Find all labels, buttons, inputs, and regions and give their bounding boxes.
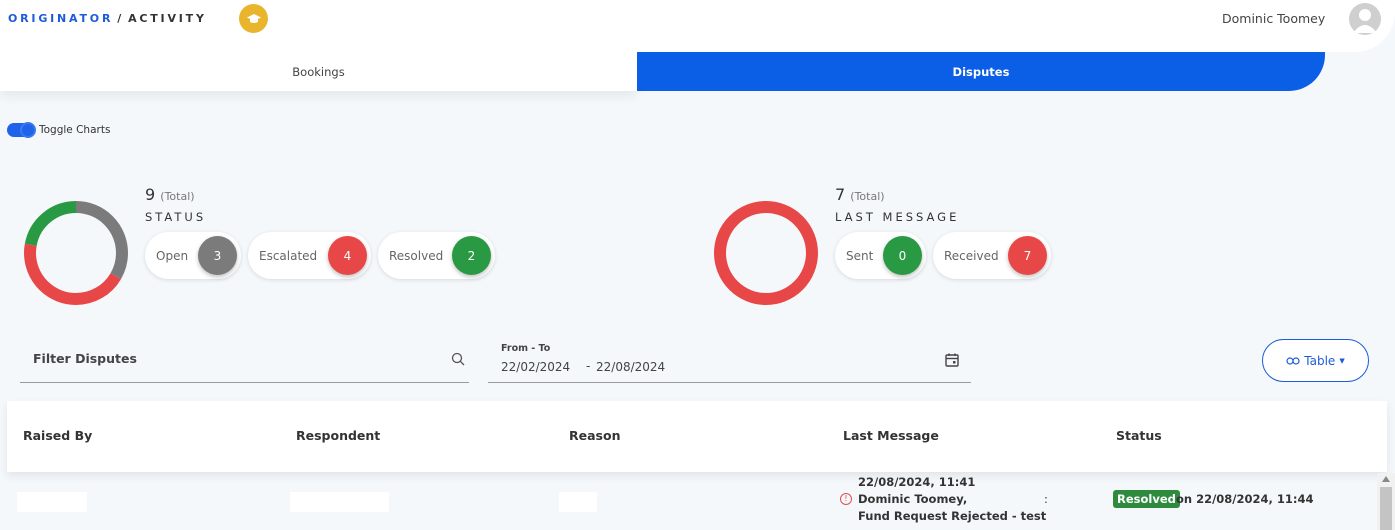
column-respondent[interactable]: Respondent [296,428,380,443]
last-message-donut-chart [714,201,818,305]
date-to-input[interactable]: 22/08/2024 [596,360,665,374]
column-raised-by[interactable]: Raised By [23,428,92,443]
toggle-charts-label: Toggle Charts [39,124,111,136]
last-message-colon: : [1044,492,1048,506]
status-pill-label: Resolved [389,248,444,263]
search-icon[interactable] [451,352,465,366]
caret-down-icon: ▼ [1339,356,1345,365]
top-bar: ORIGINATOR / ACTIVITY Dominic Toomey [0,0,1395,52]
user-name[interactable]: Dominic Toomey [1222,11,1325,26]
message-pill-label: Sent [846,248,874,263]
status-pill-open[interactable]: Open 3 [145,232,241,279]
filter-disputes-label: Filter Disputes [33,351,137,366]
breadcrumb: ORIGINATOR / ACTIVITY [8,12,207,25]
status-pill-escalated[interactable]: Escalated 4 [248,232,371,279]
column-status[interactable]: Status [1116,428,1162,443]
tab-bookings[interactable]: Bookings [0,52,637,91]
message-pill-label: Received [944,248,999,263]
status-pill-count: 4 [328,236,367,275]
status-badge: Resolved [1113,490,1180,508]
status-title: STATUS [145,210,207,224]
last-message-author: Dominic Toomey, [858,492,968,506]
message-pill-sent[interactable]: Sent 0 [835,232,926,279]
table-header: Raised By Respondent Reason Last Message… [7,401,1387,472]
table-scrollbar[interactable] [1377,473,1395,530]
table-view-button[interactable]: Table ▼ [1262,339,1369,382]
toggle-knob [20,122,36,138]
status-donut-chart [24,201,128,305]
message-title: LAST MESSAGE [835,210,960,224]
breadcrumb-separator: / [117,12,125,25]
graduation-cap-icon[interactable] [239,4,268,33]
scroll-up-arrow[interactable] [1382,476,1390,482]
date-range-dash: - [586,359,591,373]
column-last-message[interactable]: Last Message [843,428,939,443]
message-total-value: 7 [835,185,846,204]
message-pill-count: 7 [1008,236,1047,275]
status-pill-label: Escalated [259,248,318,263]
raised-by-cell [17,492,87,512]
avatar[interactable] [1349,3,1381,35]
status-pill-label: Open [156,248,189,263]
table-row[interactable]: ! 22/08/2024, 11:41 Dominic Toomey, Fund… [7,473,1377,530]
status-total-value: 9 [145,185,156,204]
reason-cell [559,492,597,512]
last-message-time: 22/08/2024, 11:41 [858,475,976,489]
calendar-icon[interactable] [944,352,960,368]
date-from-input[interactable]: 22/02/2024 [501,360,570,374]
link-icon [1286,356,1300,365]
breadcrumb-originator[interactable]: ORIGINATOR [8,12,113,25]
filter-disputes-input[interactable]: Filter Disputes [20,340,469,383]
tab-bar: Bookings Disputes [0,52,1325,91]
message-total: 7 (Total) [835,185,885,204]
message-pill-received[interactable]: Received 7 [933,232,1051,279]
message-total-suffix: (Total) [850,190,885,203]
status-date: on 22/08/2024, 11:44 [1176,492,1314,506]
table-view-label: Table [1304,353,1336,368]
status-total-suffix: (Total) [160,190,195,203]
last-message-text: Fund Request Rejected - test [858,509,1047,523]
toggle-charts-switch[interactable] [7,122,36,138]
info-icon: ! [840,493,852,505]
column-reason[interactable]: Reason [569,428,620,443]
status-pill-count: 2 [452,236,491,275]
date-range-field[interactable]: From - To 22/02/2024 - 22/08/2024 [488,340,971,383]
scroll-thumb[interactable] [1380,487,1392,530]
message-pill-count: 0 [883,236,922,275]
breadcrumb-activity: ACTIVITY [128,12,207,25]
status-pill-resolved[interactable]: Resolved 2 [378,232,495,279]
tab-disputes[interactable]: Disputes [637,52,1325,91]
respondent-cell [290,492,389,512]
status-total: 9 (Total) [145,185,195,204]
date-range-label: From - To [501,343,551,354]
status-pill-count: 3 [198,236,237,275]
message-donut-received [714,201,818,305]
